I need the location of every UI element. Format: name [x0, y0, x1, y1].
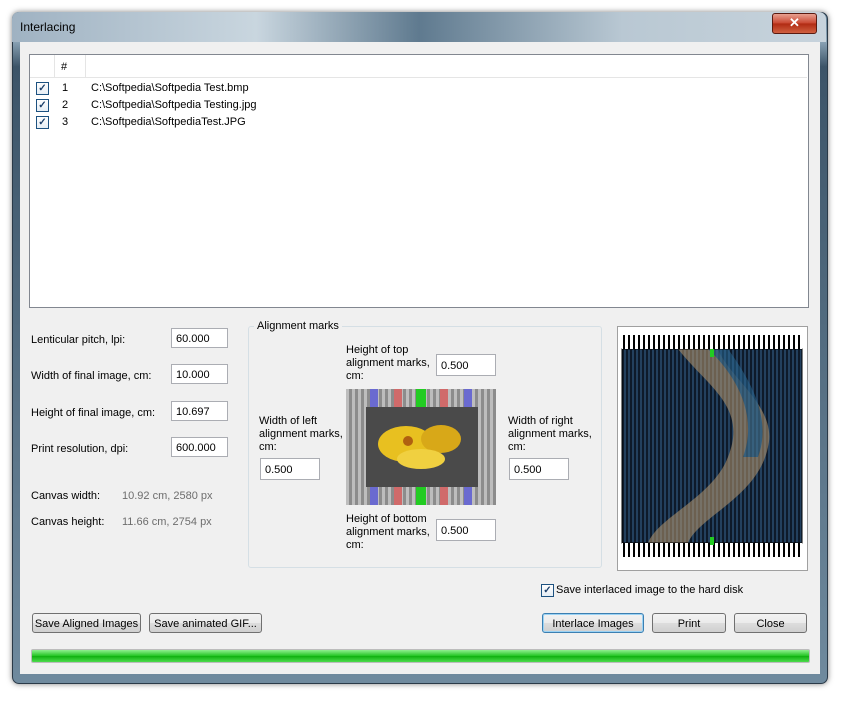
- right-marks-input[interactable]: 0.500: [509, 458, 569, 480]
- canvas-height-value: 11.66 cm, 2754 px: [122, 516, 212, 528]
- header-divider[interactable]: [85, 55, 86, 77]
- file-list-header: [30, 55, 807, 78]
- print-button[interactable]: Print: [652, 613, 726, 633]
- final-height-label: Height of final image, cm:: [31, 407, 156, 419]
- window-close-button[interactable]: ✕: [772, 13, 817, 34]
- top-marks-input[interactable]: 0.500: [436, 354, 496, 376]
- canvas-width-label: Canvas width:: [31, 490, 101, 502]
- row-number: 3: [62, 116, 69, 128]
- canvas-height-label: Canvas height:: [31, 516, 105, 528]
- bottom-marks-input[interactable]: 0.500: [436, 519, 496, 541]
- row-file-path[interactable]: C:\Softpedia\SoftpediaTest.JPG: [91, 116, 246, 128]
- interlace-images-button[interactable]: Interlace Images: [542, 613, 644, 633]
- alignment-preview-image: [346, 389, 496, 505]
- lenticular-pitch-input[interactable]: 60.000: [171, 328, 228, 348]
- save-to-disk-label[interactable]: Save interlaced image to the hard disk: [556, 584, 743, 596]
- progress-bar: [31, 649, 810, 663]
- print-resolution-input[interactable]: 600.000: [171, 437, 228, 457]
- alignment-marks-title: Alignment marks: [254, 320, 342, 332]
- final-width-label: Width of final image, cm:: [31, 370, 152, 382]
- title-bar[interactable]: [12, 12, 826, 42]
- lenticular-pitch-label: Lenticular pitch, lpi:: [31, 334, 126, 346]
- save-animated-gif-button[interactable]: Save animated GIF...: [149, 613, 262, 633]
- left-marks-input[interactable]: 0.500: [260, 458, 320, 480]
- row-file-path[interactable]: C:\Softpedia\Softpedia Test.bmp: [91, 82, 249, 94]
- right-marks-label: Width of right alignment marks, cm:: [508, 415, 592, 453]
- row-number: 1: [62, 82, 69, 94]
- interlaced-preview-image: [617, 326, 808, 571]
- close-button[interactable]: Close: [734, 613, 807, 633]
- row-checkbox[interactable]: ✓: [36, 99, 49, 112]
- canvas-width-value: 10.92 cm, 2580 px: [122, 490, 213, 502]
- column-header-number[interactable]: #: [61, 61, 67, 73]
- top-marks-label: Height of top alignment marks, cm:: [346, 344, 430, 382]
- final-width-input[interactable]: 10.000: [171, 364, 228, 384]
- row-checkbox[interactable]: ✓: [36, 82, 49, 95]
- row-number: 2: [62, 99, 69, 111]
- row-file-path[interactable]: C:\Softpedia\Softpedia Testing.jpg: [91, 99, 257, 111]
- window-title: Interlacing: [20, 20, 76, 34]
- row-checkbox[interactable]: ✓: [36, 116, 49, 129]
- header-divider[interactable]: [54, 55, 55, 77]
- bottom-marks-label: Height of bottom alignment marks, cm:: [346, 513, 430, 551]
- print-resolution-label: Print resolution, dpi:: [31, 443, 129, 455]
- save-aligned-images-button[interactable]: Save Aligned Images: [32, 613, 141, 633]
- save-to-disk-checkbox[interactable]: ✓: [541, 584, 554, 597]
- final-height-input[interactable]: 10.697: [171, 401, 228, 421]
- left-marks-label: Width of left alignment marks, cm:: [259, 415, 343, 453]
